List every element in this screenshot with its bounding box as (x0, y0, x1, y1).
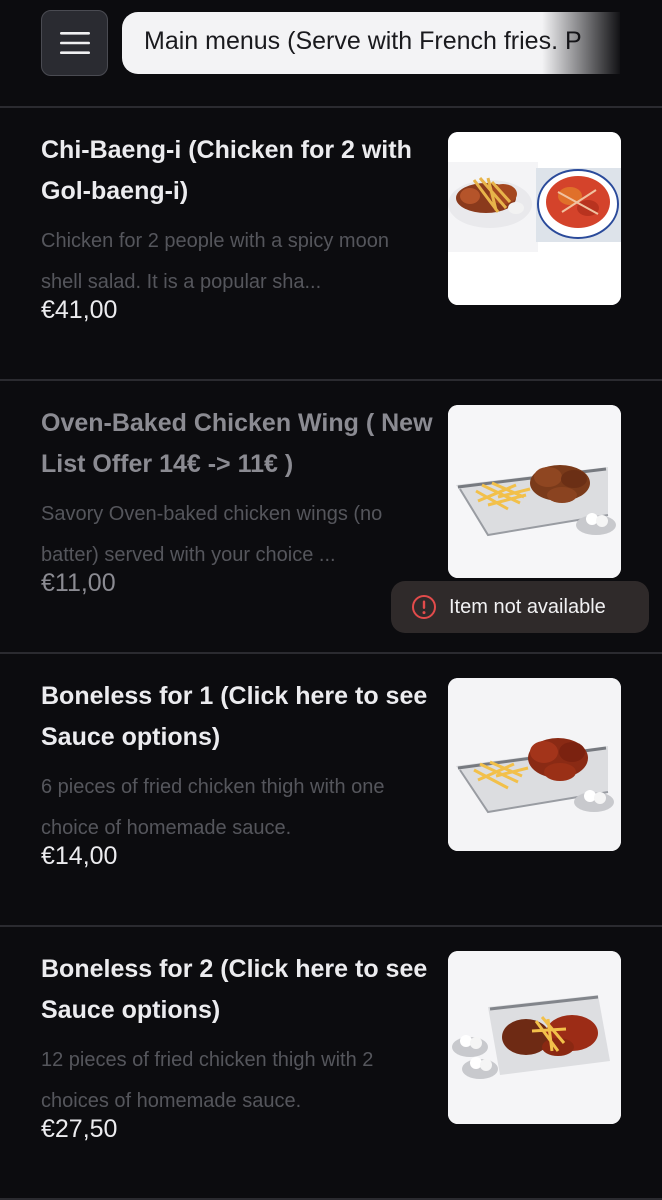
menu-item-title: Chi-Baeng-i (Chicken for 2 with Gol-baen… (41, 136, 412, 205)
menu-item-price: €14,00 (41, 842, 118, 870)
category-tab-label: Main menus (Serve with French fries. P (144, 27, 582, 55)
menu-item-description: Savory Oven-baked chicken wings (no batt… (41, 503, 383, 566)
menu-item-price: €27,50 (41, 1115, 118, 1143)
hamburger-menu-icon (59, 32, 90, 54)
item-not-available-toast: Item not available (391, 581, 649, 633)
chicken-with-spicy-salad-photo[interactable] (448, 132, 621, 305)
menu-item-title: Boneless for 2 (Click here to see Sauce … (41, 955, 428, 1024)
menu-item-title: Boneless for 1 (Click here to see Sauce … (41, 682, 428, 751)
error-circle-icon (411, 594, 437, 620)
menu-item-description: Chicken for 2 people with a spicy moon s… (41, 230, 389, 293)
menu-button[interactable] (41, 10, 108, 76)
menu-item[interactable]: Chi-Baeng-i (Chicken for 2 with Gol-baen… (0, 108, 662, 381)
category-edge (620, 12, 662, 74)
top-bar: Main menus (Serve with French fries. P (0, 0, 662, 108)
boneless-chicken-fries-photo[interactable] (448, 678, 621, 851)
category-tab-main-menus[interactable]: Main menus (Serve with French fries. P (122, 12, 662, 74)
menu-item-description: 12 pieces of fried chicken thigh with 2 … (41, 1049, 374, 1112)
menu-item-price: €11,00 (41, 569, 116, 597)
menu-item-title: Oven-Baked Chicken Wing ( New List Offer… (41, 409, 433, 478)
toast-message: Item not available (449, 595, 606, 618)
boneless-chicken-for-two-photo[interactable] (448, 951, 621, 1124)
menu-item[interactable]: Boneless for 2 (Click here to see Sauce … (0, 927, 662, 1200)
category-fade (542, 12, 622, 74)
menu-item-description: 6 pieces of fried chicken thigh with one… (41, 776, 385, 839)
menu-item-price: €41,00 (41, 296, 118, 324)
chicken-wings-fries-photo[interactable] (448, 405, 621, 578)
menu-item[interactable]: Boneless for 1 (Click here to see Sauce … (0, 654, 662, 927)
